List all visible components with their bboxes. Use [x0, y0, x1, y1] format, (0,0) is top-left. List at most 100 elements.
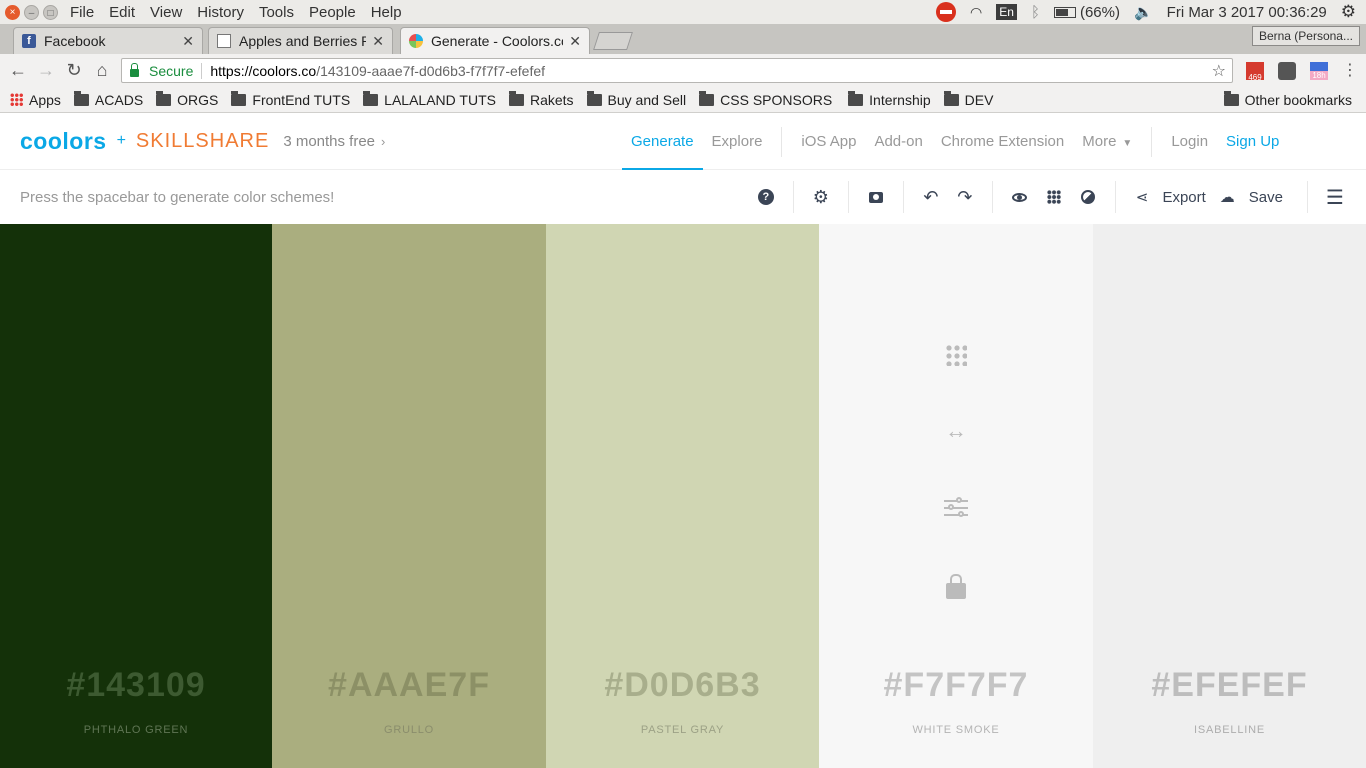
window-close-button[interactable]: ×	[5, 4, 20, 20]
clock[interactable]: Fri Mar 3 2017 00:36:29	[1167, 4, 1327, 21]
battery-icon	[1053, 6, 1076, 18]
swatch-hex-code[interactable]: #EFEFEF	[1093, 666, 1366, 705]
profile-button[interactable]: Berna (Persona...	[1251, 26, 1360, 46]
menu-history[interactable]: History	[197, 4, 244, 21]
help-button[interactable]: ?	[749, 170, 783, 224]
color-swatch[interactable]: #AAAE7F GRULLO	[272, 224, 546, 768]
back-arrow-icon[interactable]: ←	[4, 60, 32, 81]
drag-arrows-icon[interactable]: ↔	[944, 418, 968, 443]
color-swatch[interactable]: #EFEFEF ISABELLINE	[1093, 224, 1366, 768]
bookmark-folder[interactable]: Rakets	[508, 90, 574, 108]
bookmark-folder[interactable]: FrontEnd TUTS	[231, 90, 350, 108]
promo-link[interactable]: 3 months free ›	[283, 133, 385, 150]
keyboard-language-indicator[interactable]: En	[996, 4, 1017, 20]
close-tab-icon[interactable]: ✕	[182, 33, 194, 50]
menu-people[interactable]: People	[309, 4, 356, 21]
folder-icon	[1223, 90, 1239, 106]
reload-icon[interactable]: ↻	[60, 60, 88, 81]
color-swatch[interactable]: #143109 PHTHALO GREEN	[0, 224, 272, 768]
menu-view[interactable]: View	[150, 4, 182, 21]
keep-extension-icon[interactable]	[1278, 62, 1296, 80]
volume-icon[interactable]: 🔈	[1134, 3, 1153, 21]
bookmark-apps[interactable]: Apps	[10, 92, 61, 108]
gmail-extension-icon[interactable]: 469	[1246, 62, 1264, 82]
promo-text: 3 months free	[283, 132, 376, 150]
calendar-extension-icon[interactable]: 18h	[1310, 62, 1328, 80]
camera-button[interactable]	[859, 170, 893, 224]
color-swatch-hovered[interactable]: ↔ #F7F7F7 WHITE SMOKE	[819, 224, 1093, 768]
tab-title: Facebook	[44, 33, 106, 49]
window-minimize-button[interactable]: –	[24, 4, 39, 20]
contrast-icon	[1080, 190, 1095, 204]
swatch-hex-code[interactable]: #143109	[0, 666, 272, 705]
bookmark-folder[interactable]: ORGS	[156, 90, 218, 108]
unlocked-padlock-icon[interactable]	[946, 574, 966, 599]
grid-button[interactable]	[1037, 170, 1071, 224]
bookmark-label: Other bookmarks	[1244, 91, 1352, 108]
skillshare-logo[interactable]: SKILLSHARE	[136, 130, 269, 153]
home-icon[interactable]: ⌂	[88, 60, 116, 81]
window-maximize-button[interactable]: □	[43, 4, 58, 20]
save-button[interactable]: ☁ Save	[1220, 170, 1297, 224]
bookmark-folder[interactable]: Buy and Sell	[586, 90, 686, 108]
wifi-icon[interactable]: ◠	[970, 4, 982, 21]
tab-facebook[interactable]: f Facebook ✕	[13, 27, 203, 54]
bookmark-folder[interactable]: LALALAND TUTS	[363, 90, 496, 108]
undo-button[interactable]: ↶	[914, 170, 948, 224]
folder-icon	[363, 90, 379, 106]
view-button[interactable]	[1003, 170, 1037, 224]
nav-login[interactable]: Login	[1162, 113, 1217, 170]
nav-more[interactable]: More ▼	[1073, 113, 1141, 170]
battery-indicator[interactable]: (66%)	[1053, 4, 1120, 21]
toolbar-divider	[902, 181, 904, 213]
menu-help[interactable]: Help	[371, 4, 402, 21]
toolbar-divider	[1307, 181, 1308, 213]
bluetooth-icon[interactable]: ᛒ	[1031, 4, 1040, 21]
nav-chrome-extension[interactable]: Chrome Extension	[932, 113, 1073, 170]
browser-menu-icon[interactable]: ⋮	[1342, 62, 1358, 80]
secure-label: Secure	[149, 62, 203, 79]
bookmark-star-icon[interactable]: ☆	[1212, 61, 1226, 81]
nav-add-on[interactable]: Add-on	[865, 113, 931, 170]
toolbar-divider	[792, 181, 794, 213]
menu-button[interactable]: ☰	[1318, 170, 1352, 224]
other-bookmarks[interactable]: Other bookmarks	[1223, 90, 1352, 108]
contrast-button[interactable]	[1071, 170, 1105, 224]
swatch-hex-code[interactable]: #D0D6B3	[546, 666, 819, 705]
chevron-right-icon: ›	[381, 133, 386, 149]
tab-apples-and-berries[interactable]: Apples and Berries Pa ✕	[208, 27, 393, 54]
tab-coolors[interactable]: Generate - Coolors.co ✕	[400, 27, 590, 54]
nav-generate[interactable]: Generate	[622, 113, 703, 170]
tab-title: Apples and Berries Pa	[239, 33, 367, 49]
close-tab-icon[interactable]: ✕	[372, 33, 384, 50]
new-tab-button[interactable]	[593, 32, 633, 50]
bookmark-folder[interactable]: DEV	[943, 90, 993, 108]
toolbar-divider	[991, 181, 993, 213]
address-bar[interactable]: Secure https://coolors.co/143109-aaae7f-…	[121, 58, 1233, 83]
export-button[interactable]: ⋖ Export	[1126, 170, 1220, 224]
menu-edit[interactable]: Edit	[109, 4, 135, 21]
bookmark-folder[interactable]: CSS SPONSORS x S	[699, 90, 835, 108]
settings-button[interactable]: ⚙	[804, 170, 838, 224]
close-tab-icon[interactable]: ✕	[569, 33, 581, 50]
coolors-logo[interactable]: coolors	[20, 128, 107, 155]
nav-ios-app[interactable]: iOS App	[792, 113, 865, 170]
bookmark-label: LALALAND TUTS	[384, 91, 496, 108]
adjust-sliders-icon[interactable]	[944, 496, 968, 520]
toolbar-divider	[1114, 181, 1116, 213]
menu-tools[interactable]: Tools	[259, 4, 294, 21]
nav-sign-up[interactable]: Sign Up	[1217, 113, 1288, 170]
swatch-hex-code[interactable]: #AAAE7F	[272, 666, 546, 705]
browser-toolbar: ← → ↻ ⌂ Secure https://coolors.co/143109…	[0, 54, 1366, 87]
stop-icon[interactable]	[936, 2, 957, 22]
redo-button[interactable]: ↷	[948, 170, 982, 224]
shades-grid-icon[interactable]	[945, 344, 967, 366]
bookmark-folder[interactable]: Internship	[848, 90, 931, 108]
swatch-hex-code[interactable]: #F7F7F7	[819, 666, 1093, 705]
system-gear-icon[interactable]: ⚙	[1341, 2, 1356, 22]
nav-explore[interactable]: Explore	[703, 113, 772, 170]
menu-file[interactable]: File	[70, 4, 94, 21]
color-swatch[interactable]: #D0D6B3 PASTEL GRAY	[546, 224, 819, 768]
bookmark-folder[interactable]: ACADS	[73, 90, 143, 108]
forward-arrow-icon[interactable]: →	[32, 60, 60, 81]
